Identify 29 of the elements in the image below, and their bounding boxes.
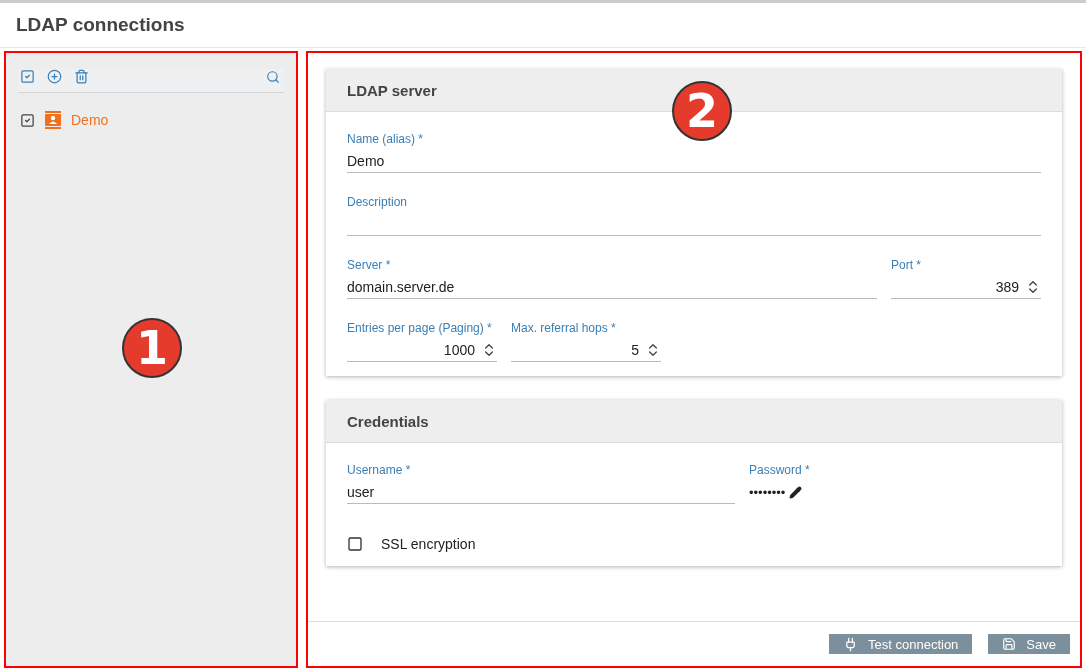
number-field[interactable]: 389 (891, 276, 1041, 299)
trash-icon[interactable] (74, 69, 89, 84)
field-label: Username * (347, 463, 412, 477)
pencil-icon[interactable] (789, 485, 803, 499)
search-icon[interactable] (266, 69, 280, 84)
checkbox[interactable] (20, 112, 35, 128)
page-title: LDAP connections (16, 14, 185, 36)
checkbox-label: SSL encryption (381, 536, 476, 552)
checkbox[interactable] (347, 536, 363, 552)
add-icon[interactable] (47, 69, 62, 84)
callout-marker: 1 (122, 318, 182, 378)
field-label: Entries per page (Paging) * (347, 321, 493, 335)
section-title: Credentials (326, 400, 1062, 443)
field-label: Server * (347, 258, 392, 272)
number-field[interactable]: 5 (511, 339, 661, 362)
plug-icon (843, 636, 858, 652)
input-field[interactable]: Demo (347, 150, 1041, 173)
select-all-icon[interactable] (20, 69, 35, 84)
input-field[interactable]: domain.server.de (347, 276, 877, 299)
field-label: Max. referral hops * (511, 321, 617, 335)
input-field[interactable]: user (347, 481, 735, 504)
field-label: Description (347, 195, 409, 209)
field-label: Password * (749, 463, 811, 477)
contact-card-icon (45, 111, 61, 129)
field-label: Port * (891, 258, 922, 272)
save-icon (1002, 637, 1017, 651)
password-field[interactable]: •••••••• (749, 484, 786, 500)
number-field[interactable]: 1000 (347, 339, 497, 362)
field-label: Name (alias) * (347, 132, 425, 146)
